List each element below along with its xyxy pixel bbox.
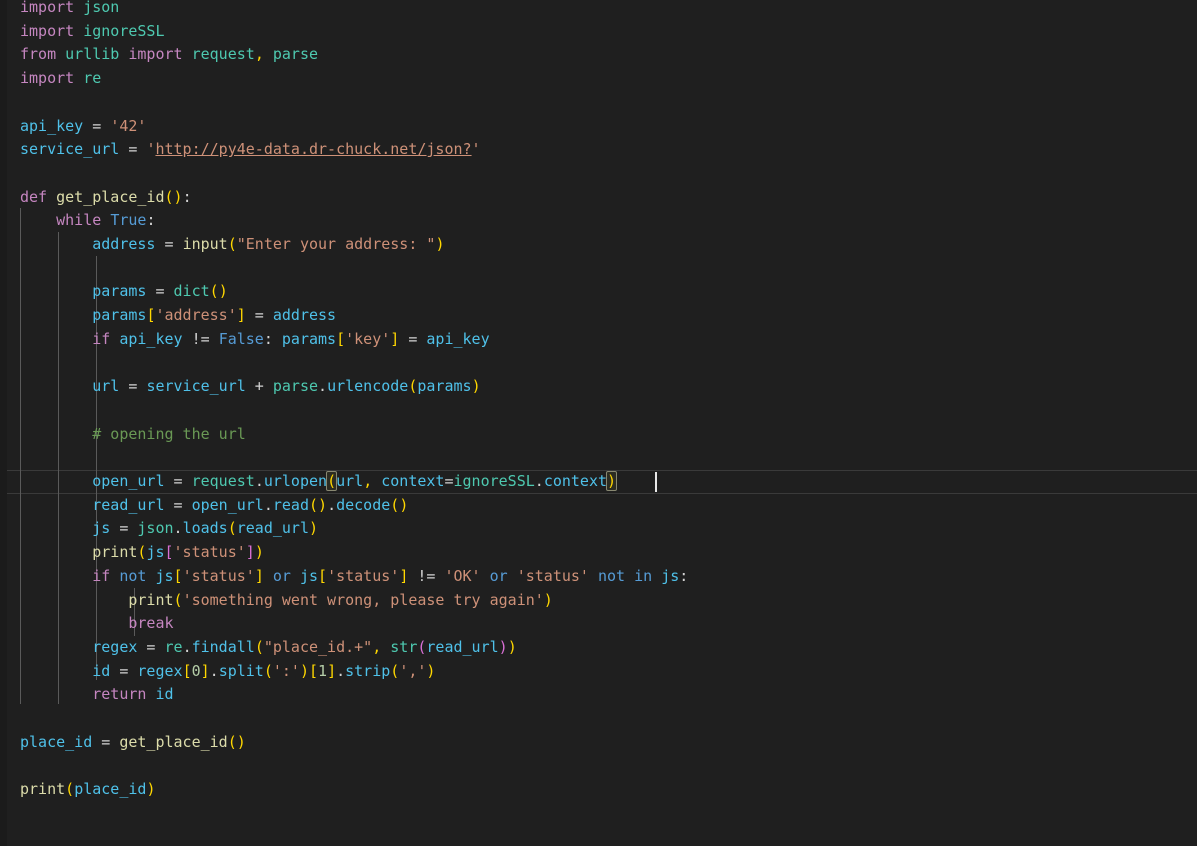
token-function-name: get_place_id <box>56 187 165 206</box>
code-line[interactable]: read_url = open_url.read().decode() <box>0 494 408 518</box>
token-comment: # opening the url <box>92 424 246 443</box>
code-editor[interactable]: import json import ignoreSSL from urllib… <box>0 0 1197 846</box>
code-line[interactable]: print('something went wrong, please try … <box>0 589 552 613</box>
code-line[interactable]: def get_place_id(): <box>0 186 192 210</box>
code-line[interactable]: place_id = get_place_id() <box>0 731 246 755</box>
code-line[interactable]: import ignoreSSL <box>0 20 165 44</box>
text-cursor <box>655 472 657 492</box>
code-line[interactable]: js = json.loads(read_url) <box>0 517 318 541</box>
token-keyword: import <box>20 21 75 40</box>
code-line[interactable]: import re <box>0 67 101 91</box>
token-variable: api_key <box>20 116 84 135</box>
token-string-error: 'something went wrong, please try again' <box>182 590 544 609</box>
code-line[interactable]: if api_key != False: params['key'] = api… <box>0 328 489 352</box>
code-line[interactable]: # opening the url <box>0 423 246 447</box>
code-line[interactable]: address = input("Enter your address: ") <box>0 233 444 257</box>
code-line[interactable]: params['address'] = address <box>0 304 336 328</box>
token-constant: True <box>110 211 147 230</box>
bracket-match-close: ) <box>606 471 618 491</box>
code-line[interactable]: url = service_url + parse.urlencode(para… <box>0 375 480 399</box>
token-module: json <box>83 0 120 16</box>
token-comma: , <box>254 45 264 64</box>
code-line[interactable]: print(place_id) <box>0 778 155 802</box>
code-line[interactable]: api_key = '42' <box>0 115 146 139</box>
code-line[interactable]: break <box>0 612 173 636</box>
code-line[interactable]: params = dict() <box>0 280 227 304</box>
code-line[interactable]: regex = re.findall("place_id.+", str(rea… <box>0 636 516 660</box>
token-method: urlencode <box>327 377 409 396</box>
code-line[interactable]: while True: <box>0 209 155 233</box>
code-surface[interactable]: import json import ignoreSSL from urllib… <box>0 0 1197 846</box>
token-keyword: import <box>20 0 75 16</box>
token-string: '42' <box>110 116 147 135</box>
code-line-current[interactable]: open_url = request.urlopen(url, context=… <box>0 470 618 494</box>
code-line[interactable]: import json <box>0 0 119 20</box>
token-string-url[interactable]: http://py4e-data.dr-chuck.net/json? <box>155 140 471 158</box>
bracket-match-open: ( <box>326 471 338 491</box>
code-line[interactable]: if not js['status'] or js['status'] != '… <box>0 565 688 589</box>
code-line[interactable]: service_url = 'http://py4e-data.dr-chuck… <box>0 138 481 162</box>
code-line[interactable]: id = regex[0].split(':')[1].strip(',') <box>0 660 435 684</box>
token-number: 0 <box>191 661 201 680</box>
code-line[interactable]: print(js['status']) <box>0 541 264 565</box>
token-module: ignoreSSL <box>83 21 165 40</box>
editor-gutter <box>0 0 7 846</box>
code-line[interactable]: from urllib import request, parse <box>0 43 318 67</box>
code-line[interactable]: return id <box>0 683 173 707</box>
